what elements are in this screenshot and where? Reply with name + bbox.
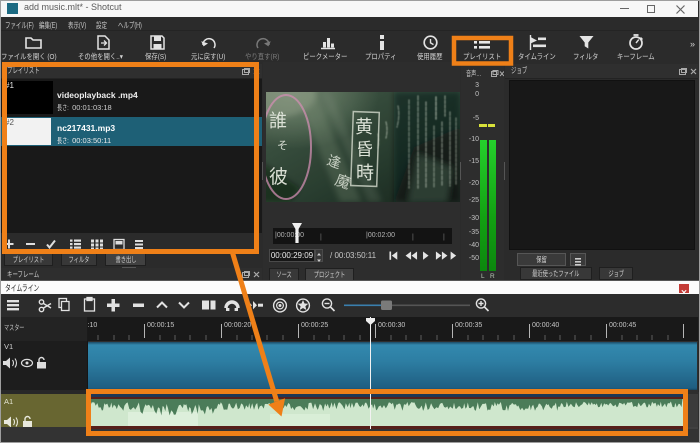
svg-text:彼: 彼 bbox=[269, 166, 288, 188]
svg-text:誰: 誰 bbox=[269, 111, 287, 131]
svg-text:昏: 昏 bbox=[356, 140, 373, 159]
svg-text:そ: そ bbox=[277, 139, 288, 152]
svg-text:黄: 黄 bbox=[355, 117, 373, 137]
svg-text:時: 時 bbox=[356, 163, 374, 183]
